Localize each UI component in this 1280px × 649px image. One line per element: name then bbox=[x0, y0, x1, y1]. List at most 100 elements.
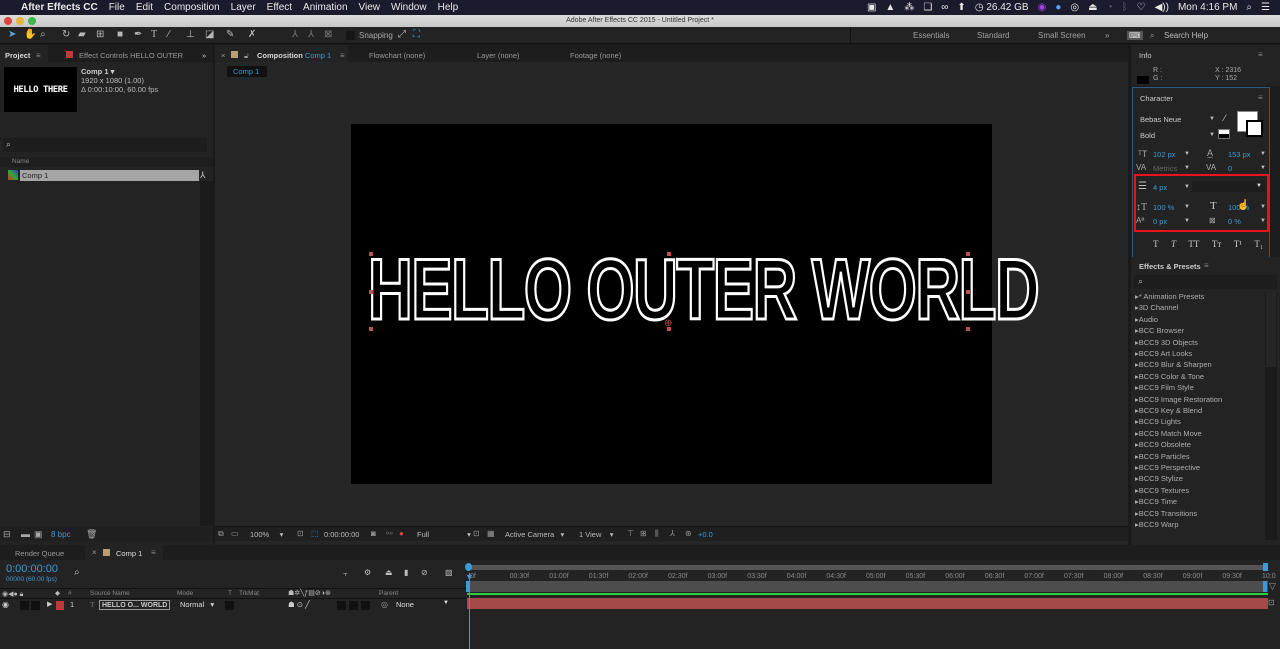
always-preview-icon[interactable]: ⧉ bbox=[218, 529, 224, 539]
small-caps-button[interactable]: Tт bbox=[1212, 239, 1221, 249]
screen-record-icon[interactable]: ▣ bbox=[867, 2, 876, 13]
close-tab-icon[interactable]: × bbox=[92, 548, 97, 557]
effects-category-item[interactable]: ▸BCC9 Key & Blend bbox=[1135, 406, 1202, 415]
time-navigator[interactable] bbox=[467, 565, 1268, 570]
transform-handle[interactable] bbox=[966, 290, 970, 294]
interpret-footage-icon[interactable]: ⊟ bbox=[3, 529, 11, 540]
display-icon[interactable]: ▭ bbox=[231, 529, 239, 538]
pick-whip-icon[interactable]: ◎ bbox=[381, 600, 388, 609]
wifi-icon[interactable]: ♡ bbox=[1137, 2, 1146, 13]
workspaces-overflow-button[interactable]: » bbox=[1105, 31, 1109, 40]
transform-handle[interactable] bbox=[369, 327, 373, 331]
notification-center-icon[interactable]: ☰ bbox=[1261, 2, 1270, 13]
hand-tool-icon[interactable]: ✋ bbox=[24, 29, 36, 41]
panel-menu-icon[interactable]: ≡ bbox=[151, 548, 156, 557]
zoom-window-button[interactable] bbox=[28, 17, 36, 25]
layer-search-icon[interactable]: ⌕ bbox=[74, 567, 80, 578]
bit-depth-button[interactable]: 8 bpc bbox=[51, 530, 71, 539]
menu-edit[interactable]: Edit bbox=[136, 2, 153, 13]
effects-category-item[interactable]: ▸BCC9 Perspective bbox=[1135, 463, 1200, 472]
visibility-eye-icon[interactable]: ◉ bbox=[2, 600, 9, 609]
snapshot-icon[interactable]: ◙ bbox=[371, 529, 376, 538]
upload-icon[interactable]: ⬆ bbox=[957, 2, 965, 13]
current-time-display[interactable]: 0:00:00:00 bbox=[324, 530, 359, 539]
brush-tool-icon[interactable]: ⁄ bbox=[168, 29, 170, 41]
effects-category-item[interactable]: ▸BCC9 Blur & Sharpen bbox=[1135, 360, 1212, 369]
lock-icon[interactable]: 🔓︎ bbox=[244, 51, 249, 61]
leading-value[interactable]: 153 px bbox=[1228, 150, 1251, 159]
effects-category-item[interactable]: ▸BCC9 Transitions bbox=[1135, 509, 1197, 518]
superscript-button[interactable]: T¹ bbox=[1234, 239, 1242, 249]
comp-button-icon[interactable]: ⊡ bbox=[1268, 598, 1275, 607]
text-layer-hello-outer-world[interactable]: HELLO OUTER WORLD bbox=[367, 246, 1041, 335]
kerning-chevron-icon[interactable]: ▼ bbox=[1184, 165, 1190, 171]
sync-icon[interactable]: ◉ bbox=[1038, 2, 1047, 13]
parent-chevron-icon[interactable]: ▼ bbox=[443, 600, 449, 606]
transform-handle[interactable] bbox=[369, 290, 373, 294]
local-axis-icon[interactable]: ⅄ bbox=[292, 29, 298, 41]
menu-animation[interactable]: Animation bbox=[303, 2, 347, 13]
effects-category-item[interactable]: ▸BCC9 Warp bbox=[1135, 520, 1179, 529]
disk-icon[interactable]: ◷ 26.42 GB bbox=[975, 2, 1029, 13]
navigator-start-handle[interactable] bbox=[465, 563, 472, 571]
effects-category-item[interactable]: ▸3D Channel bbox=[1135, 303, 1178, 312]
menu-help[interactable]: Help bbox=[438, 2, 459, 13]
layer-name[interactable]: HELLO O... WORLD bbox=[99, 600, 171, 610]
tracking-chevron-icon[interactable]: ▼ bbox=[1260, 165, 1266, 171]
menu-file[interactable]: File bbox=[109, 2, 125, 13]
magnification-dropdown[interactable]: 100% ▾ bbox=[250, 530, 283, 539]
new-composition-icon[interactable]: ▣ bbox=[34, 529, 43, 540]
parent-dropdown[interactable]: None bbox=[396, 600, 414, 609]
font-family-chevron-icon[interactable]: ▼ bbox=[1209, 116, 1215, 122]
resolution-dropdown[interactable]: Full ▾ bbox=[417, 530, 471, 539]
eyedropper-icon[interactable]: ⁄ bbox=[1224, 113, 1226, 123]
search-help-input[interactable]: Search Help bbox=[1164, 31, 1208, 40]
baseline-shift-value[interactable]: 0 px bbox=[1153, 217, 1167, 226]
frame-blend-switch[interactable] bbox=[349, 601, 358, 610]
panel-menu-icon[interactable]: ≡ bbox=[1258, 93, 1263, 102]
transparency-grid-icon[interactable]: ▦ bbox=[487, 529, 495, 538]
layer-row[interactable]: ◉ ▶ 1 T HELLO O... WORLD Normal ▾ ☗ ⊙ ╱ … bbox=[0, 600, 466, 611]
effects-category-item[interactable]: ▸BCC9 3D Objects bbox=[1135, 338, 1198, 347]
panel-menu-icon[interactable]: ≡ bbox=[1258, 50, 1263, 59]
effects-category-item[interactable]: ▸BCC9 Obsolete bbox=[1135, 440, 1191, 449]
font-style-chevron-icon[interactable]: ▼ bbox=[1209, 132, 1215, 138]
baseline-shift-chevron-icon[interactable]: ▼ bbox=[1184, 218, 1190, 224]
safe-margins-icon[interactable]: ⊡ bbox=[297, 529, 304, 538]
tab-render-queue[interactable]: Render Queue bbox=[15, 549, 64, 558]
eject-icon[interactable]: ⏏ bbox=[1088, 2, 1097, 13]
audio-switch[interactable] bbox=[20, 601, 29, 610]
search-help-icon[interactable]: ⌕ bbox=[1150, 31, 1154, 41]
anchor-point-icon[interactable]: ⊕ bbox=[664, 318, 672, 329]
close-tab-icon[interactable]: × bbox=[221, 51, 225, 60]
globe-icon[interactable]: ● bbox=[1055, 2, 1061, 13]
exposure-value[interactable]: +0.0 bbox=[698, 530, 713, 539]
world-axis-icon[interactable]: ⅄ bbox=[308, 29, 314, 41]
view-axis-icon[interactable]: ⊠ bbox=[324, 29, 332, 41]
channel-icon[interactable]: ● bbox=[399, 529, 404, 538]
expand-layer-icon[interactable]: ▶ bbox=[47, 600, 52, 608]
exposure-reset-icon[interactable]: ⊛ bbox=[685, 529, 692, 538]
tab-flowchart[interactable]: Flowchart (none) bbox=[369, 51, 425, 60]
vertical-scale-value[interactable]: 100 % bbox=[1153, 203, 1174, 212]
composition-mini-flowchart-icon[interactable]: ⫟ bbox=[343, 569, 348, 579]
timeline-icon[interactable]: ⫼ bbox=[655, 529, 659, 539]
comp-marker-bin-icon[interactable]: ▽ bbox=[1269, 581, 1276, 592]
horizontal-scale-chevron-icon[interactable]: ▼ bbox=[1260, 204, 1266, 210]
work-area-end[interactable] bbox=[1263, 581, 1267, 592]
font-style-dropdown[interactable]: Bold bbox=[1140, 131, 1155, 140]
graph-editor-icon[interactable]: ▧ bbox=[445, 568, 453, 577]
drive-icon[interactable]: ▲ bbox=[885, 2, 895, 13]
effects-category-item[interactable]: ▸BCC Browser bbox=[1135, 326, 1184, 335]
effects-category-item[interactable]: ▸BCC9 Stylize bbox=[1135, 474, 1183, 483]
navigator-end-handle[interactable] bbox=[1263, 563, 1268, 571]
breadcrumb[interactable]: Comp 1 bbox=[227, 66, 267, 77]
preserve-transparency-switch[interactable] bbox=[225, 601, 234, 610]
effects-category-item[interactable]: ▸* Animation Presets bbox=[1135, 292, 1204, 301]
sync-settings-icon[interactable]: ⌨ bbox=[1127, 31, 1143, 40]
menu-effect[interactable]: Effect bbox=[267, 2, 292, 13]
clock[interactable]: Mon 4:16 PM bbox=[1178, 2, 1237, 13]
workspace-essentials[interactable]: Essentials bbox=[913, 31, 949, 40]
zoom-tool-icon[interactable]: ⌕ bbox=[40, 29, 46, 41]
effects-category-item[interactable]: ▸BCC9 Time bbox=[1135, 497, 1177, 506]
